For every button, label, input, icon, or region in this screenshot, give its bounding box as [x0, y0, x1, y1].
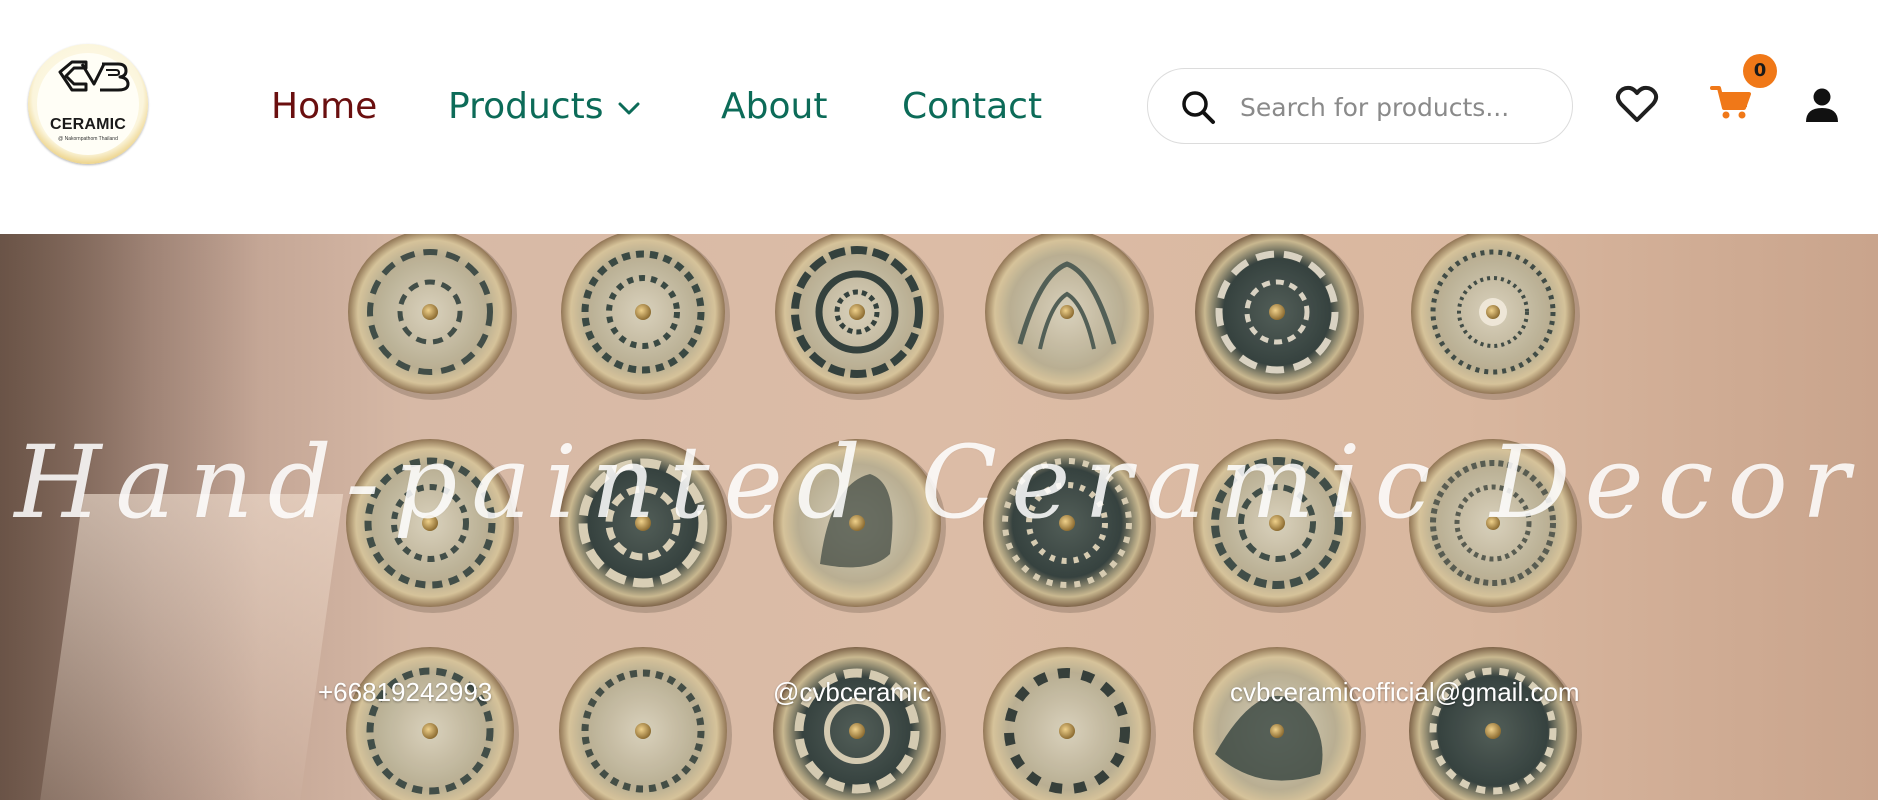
hero-social-handle[interactable]: @cvbceramic — [773, 677, 931, 708]
search-icon[interactable] — [1180, 89, 1216, 129]
cart-count-badge: 0 — [1743, 54, 1777, 88]
account-user-icon[interactable] — [1804, 88, 1840, 128]
hero-banner: Hand-painted Ceramic Decor +66819242993 … — [0, 234, 1878, 800]
cart-icon[interactable] — [1710, 84, 1752, 124]
hero-email[interactable]: cvbceramicofficial@gmail.com — [1230, 677, 1580, 708]
nav-about-label: About — [721, 86, 828, 127]
nav-products-label: Products — [448, 86, 604, 127]
nav-products[interactable]: Products — [448, 82, 641, 132]
hero-phone[interactable]: +66819242993 — [318, 677, 492, 708]
site-header: CERAMIC @ Nakornpathom Thailand Home Pro… — [0, 0, 1878, 234]
search-input[interactable] — [1240, 87, 1540, 127]
nav-home[interactable]: Home — [271, 82, 377, 132]
nav-contact-label: Contact — [902, 86, 1043, 127]
site-logo[interactable]: CERAMIC @ Nakornpathom Thailand — [28, 44, 148, 164]
logo-text: CERAMIC — [49, 116, 127, 133]
wishlist-heart-icon[interactable] — [1615, 84, 1659, 128]
nav-about[interactable]: About — [721, 82, 827, 132]
nav-contact[interactable]: Contact — [902, 82, 1042, 132]
nav-home-label: Home — [271, 86, 378, 127]
search-bar — [1147, 68, 1573, 144]
logo-subtext: @ Nakornpathom Thailand — [58, 136, 118, 142]
cvb-monogram-icon — [58, 60, 130, 92]
hero-tagline: Hand-painted Ceramic Decor — [14, 424, 1864, 541]
chevron-down-icon — [617, 80, 641, 130]
